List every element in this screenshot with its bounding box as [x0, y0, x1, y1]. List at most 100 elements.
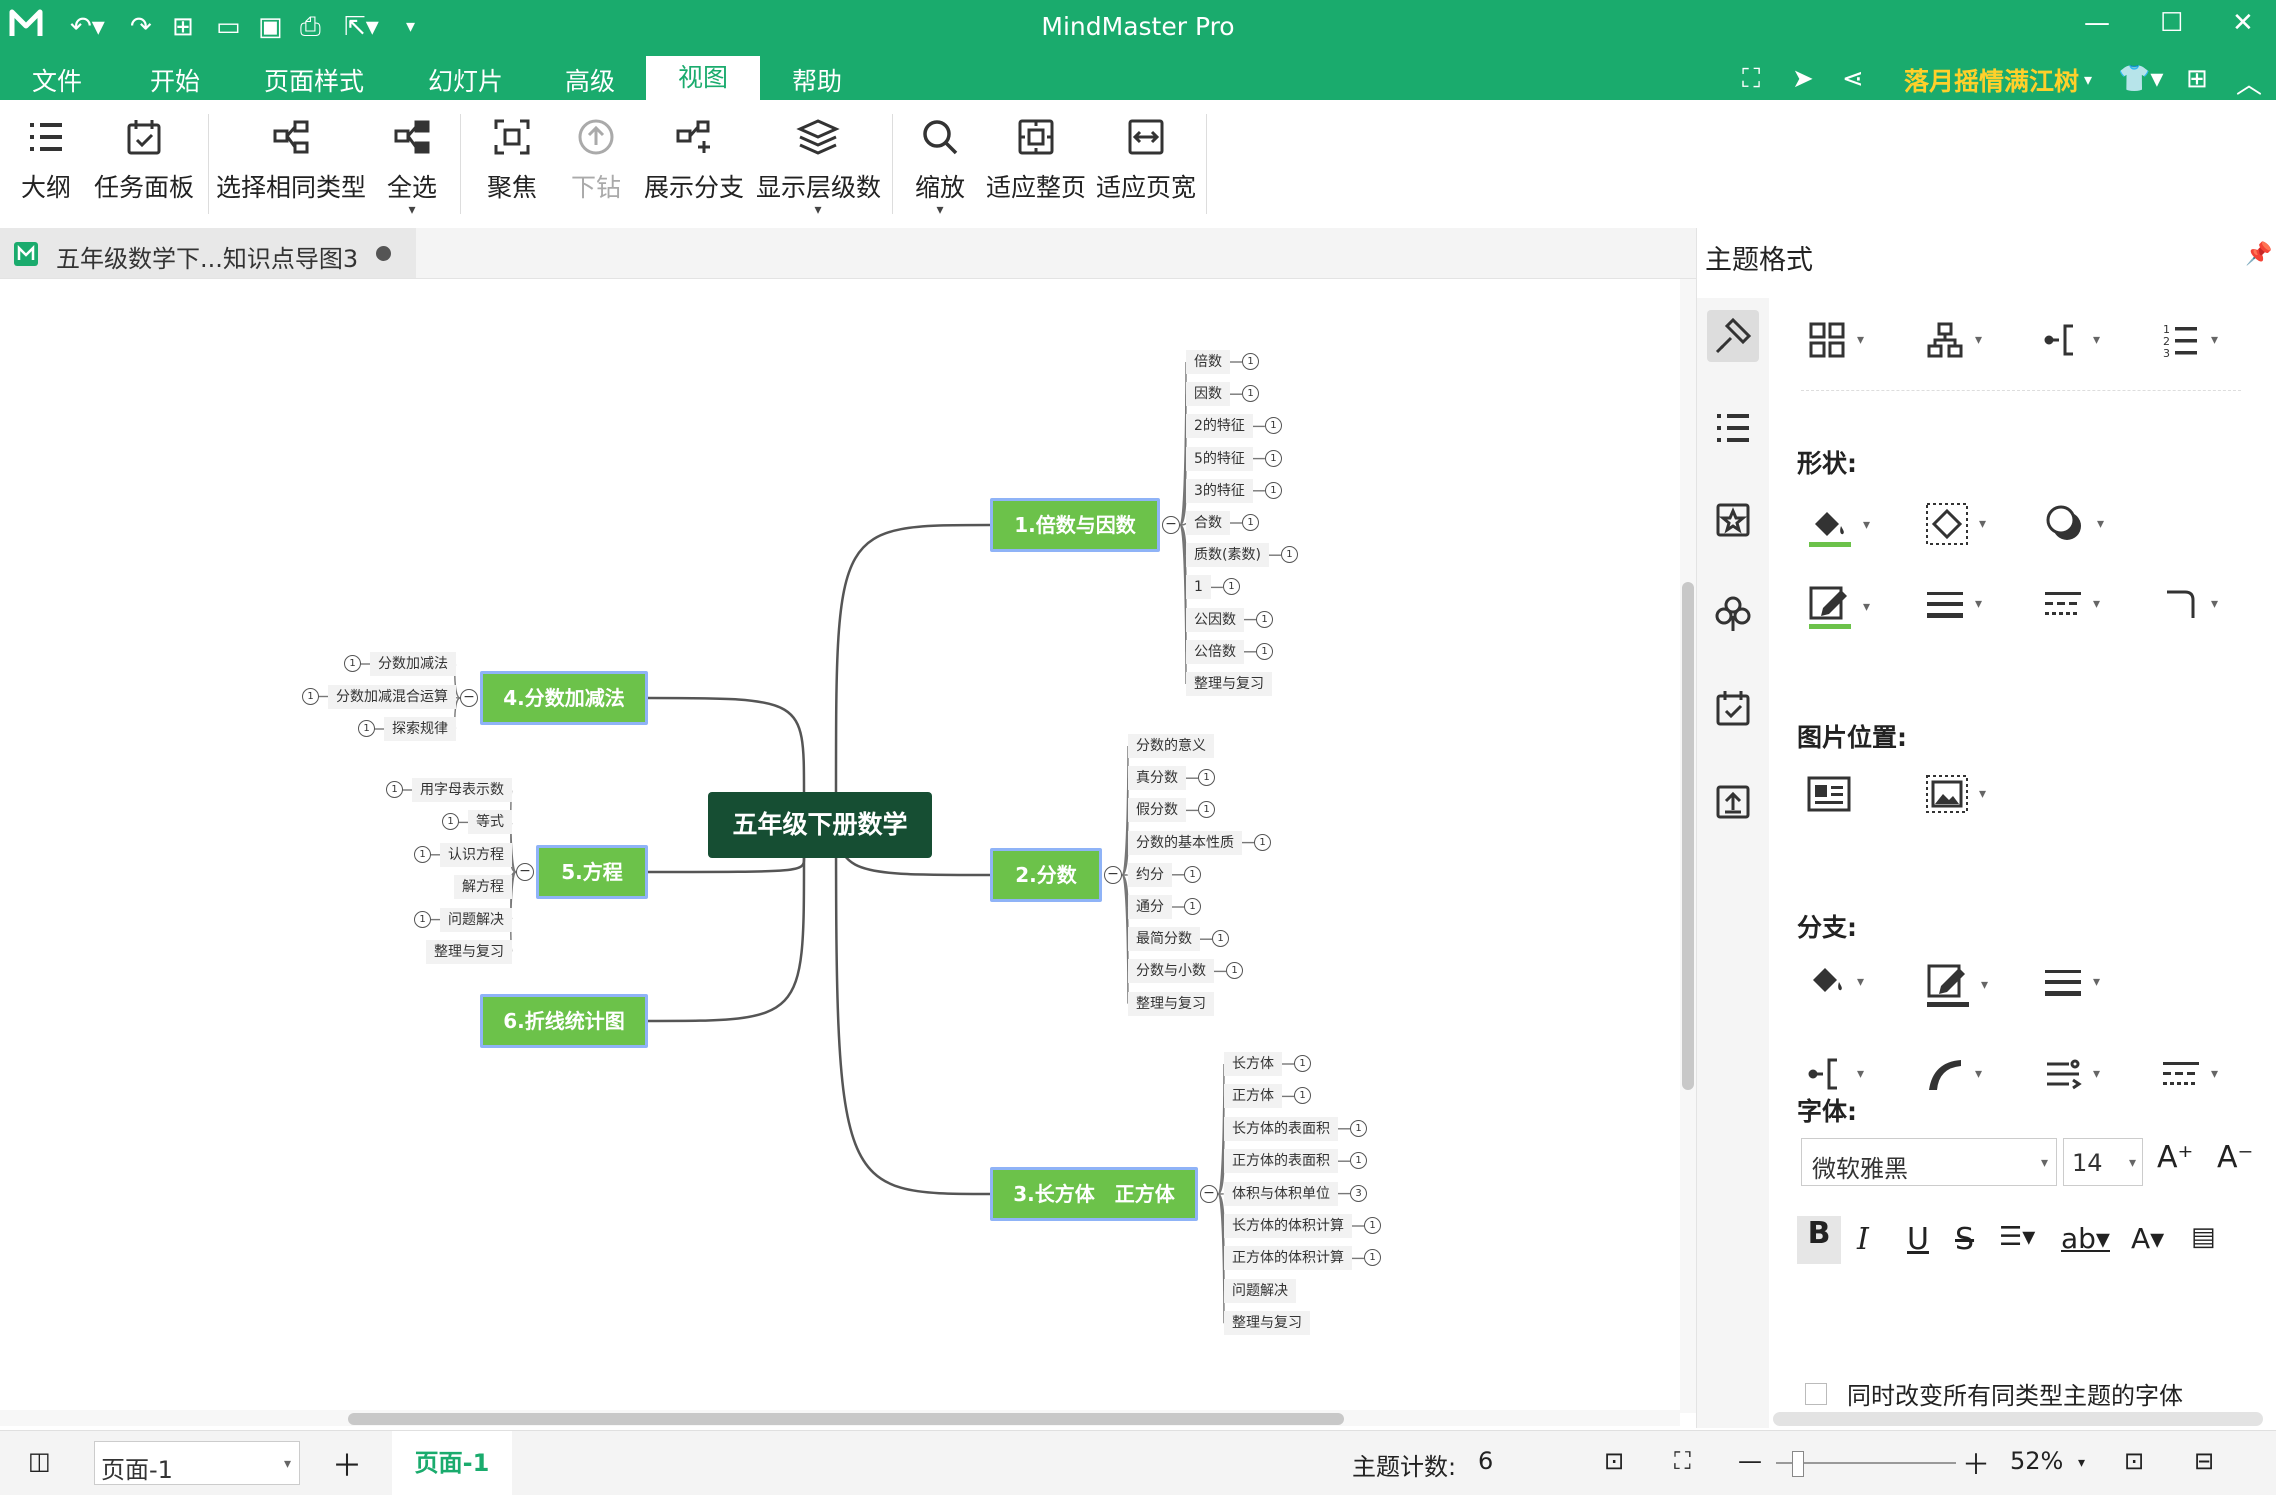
branch-arrow-button[interactable]: ▾	[2043, 1054, 2100, 1094]
document-tab[interactable]: 五年级数学下...知识点导图3	[0, 228, 416, 278]
outline-list-icon[interactable]	[1707, 402, 1759, 454]
page-tab[interactable]: 页面-1	[392, 1431, 512, 1495]
user-dropdown-icon[interactable]: ▾	[2084, 70, 2092, 89]
image-left-button[interactable]	[1807, 774, 1851, 814]
underline-button[interactable]: U	[1907, 1222, 1929, 1257]
show-levels-dropdown-icon[interactable]: ▾	[756, 204, 880, 216]
connector-style-button[interactable]: ▾	[2043, 320, 2100, 360]
export-upload-icon[interactable]	[1707, 776, 1759, 828]
leaf-topic[interactable]: 探索规律	[384, 717, 456, 741]
leaf-topic[interactable]: 合数	[1186, 511, 1230, 535]
leaf-topic[interactable]: 整理与复习	[1186, 672, 1272, 696]
leaf-topic[interactable]: 最简分数	[1128, 927, 1200, 951]
menu-advanced[interactable]: 高级	[565, 62, 615, 98]
task-panel-button[interactable]: 任务面板	[94, 106, 194, 204]
menu-slides[interactable]: 幻灯片	[428, 62, 503, 98]
leaf-topic[interactable]: 整理与复习	[1128, 992, 1214, 1016]
leaf-topic[interactable]: 5的特征	[1186, 447, 1253, 471]
note-count-badge[interactable]: 1	[1242, 514, 1259, 531]
leaf-topic[interactable]: 整理与复习	[1224, 1311, 1310, 1335]
shape-fill-button[interactable]: ▾	[1807, 502, 1870, 548]
leaf-topic[interactable]: 通分	[1128, 895, 1172, 919]
note-count-badge[interactable]: 1	[302, 688, 319, 705]
leaf-topic[interactable]: 长方体的表面积	[1224, 1117, 1338, 1141]
user-name[interactable]: 落月摇情满江树	[1904, 62, 2079, 98]
leaf-topic[interactable]: 公因数	[1186, 608, 1244, 632]
note-count-badge[interactable]: 1	[1256, 643, 1273, 660]
save-icon[interactable]: ▣	[258, 12, 283, 42]
style-brush-icon[interactable]	[1707, 310, 1759, 362]
font-family-select[interactable]: 微软雅黑 ▾	[1801, 1138, 2057, 1186]
select-all-button[interactable]: 全选 ▾	[382, 106, 442, 216]
page-panel-icon[interactable]: ◫	[28, 1447, 51, 1475]
leaf-topic[interactable]: 长方体	[1224, 1052, 1282, 1076]
font-size-select[interactable]: 14 ▾	[2063, 1138, 2143, 1186]
show-levels-button[interactable]: 显示层级数 ▾	[756, 106, 880, 216]
new-icon[interactable]: ⊞	[172, 12, 194, 42]
outline-button[interactable]: 大纲	[16, 106, 76, 204]
leaf-topic[interactable]: 整理与复习	[426, 940, 512, 964]
note-count-badge[interactable]: 1	[386, 781, 403, 798]
sync-font-checkbox[interactable]: 同时改变所有同类型主题的字体	[1805, 1376, 2183, 1411]
note-count-badge[interactable]: 1	[1265, 450, 1282, 467]
leaf-topic[interactable]: 倍数	[1186, 350, 1230, 374]
checkbox-icon[interactable]	[1805, 1383, 1827, 1405]
leaf-topic[interactable]: 因数	[1186, 382, 1230, 406]
leaf-topic[interactable]: 正方体的体积计算	[1224, 1246, 1352, 1270]
leaf-topic[interactable]: 分数加减混合运算	[328, 685, 456, 709]
menu-start[interactable]: 开始	[150, 62, 200, 98]
note-count-badge[interactable]: 1	[1184, 898, 1201, 915]
leaf-topic[interactable]: 等式	[468, 810, 512, 834]
fullscreen-status-icon[interactable]: ⛶	[1674, 1447, 1691, 1475]
structure-button[interactable]: ▾	[1925, 320, 1982, 360]
fullscreen-icon[interactable]: ⛶	[1742, 64, 1760, 95]
pin-icon[interactable]: 📌	[2245, 242, 2272, 267]
print-icon[interactable]: ⎙	[300, 12, 321, 43]
customize-icon[interactable]: ▾	[406, 16, 415, 37]
branch-line-color-button[interactable]: ▾	[1925, 962, 1988, 1008]
fit-page-button[interactable]: 适应整页	[986, 106, 1086, 204]
maximize-icon[interactable]: ☐	[2160, 8, 2183, 38]
branch-topic-3[interactable]: 3.长方体 正方体	[990, 1167, 1198, 1221]
leaf-topic[interactable]: 正方体	[1224, 1084, 1282, 1108]
note-count-badge[interactable]: 1	[1254, 834, 1271, 851]
canvas-vertical-scroll-thumb[interactable]	[1682, 582, 1694, 1090]
leaf-topic[interactable]: 认识方程	[440, 843, 512, 867]
zoom-dropdown-icon[interactable]: ▾	[2078, 1455, 2085, 1471]
bold-button[interactable]: B	[1797, 1216, 1841, 1264]
zoom-out-icon[interactable]: —	[1738, 1447, 1762, 1475]
numbering-button[interactable]: 123▾	[2161, 320, 2218, 360]
collapse-panel-icon[interactable]: ⊟	[2194, 1447, 2214, 1475]
branch-taper-button[interactable]: ▾	[1925, 1054, 1982, 1094]
menu-file[interactable]: 文件	[32, 62, 82, 98]
drill-down-button[interactable]: 下钻	[566, 106, 626, 204]
minimize-icon[interactable]: —	[2084, 8, 2110, 38]
page-select[interactable]: 页面-1 ▾	[94, 1441, 300, 1485]
leaf-topic[interactable]: 分数的基本性质	[1128, 831, 1242, 855]
leaf-topic[interactable]: 问题解决	[1224, 1279, 1296, 1303]
branch-weight-button[interactable]: ▾	[2043, 962, 2100, 1002]
clipart-icon[interactable]	[1707, 494, 1759, 546]
note-count-badge[interactable]: 1	[1294, 1055, 1311, 1072]
menu-view[interactable]: 视图	[646, 56, 760, 100]
branch-topic-2[interactable]: 2.分数	[990, 848, 1102, 902]
leaf-topic[interactable]: 公倍数	[1186, 640, 1244, 664]
add-page-icon[interactable]: ＋	[332, 1441, 362, 1485]
focus-button[interactable]: 聚焦	[482, 106, 542, 204]
note-count-badge[interactable]: 1	[1256, 611, 1273, 628]
note-count-badge[interactable]: 1	[1364, 1217, 1381, 1234]
task-icon[interactable]	[1707, 682, 1759, 734]
note-count-badge[interactable]: 1	[358, 720, 375, 737]
collapse-toggle[interactable]: −	[1104, 866, 1122, 884]
zoom-in-icon[interactable]: ＋	[1962, 1443, 1990, 1483]
export-icon[interactable]: ⇱▾	[344, 12, 379, 42]
skin-icon[interactable]: 👕▾	[2118, 64, 2163, 94]
collapse-toggle[interactable]: −	[460, 689, 478, 707]
border-dash-button[interactable]: ▾	[2043, 584, 2100, 624]
branch-connector-button[interactable]: ▾	[1807, 1054, 1864, 1094]
text-box-icon[interactable]: ▤	[2191, 1222, 2216, 1252]
font-decrease-icon[interactable]: A⁻	[2217, 1140, 2253, 1175]
theme-clover-icon[interactable]	[1707, 588, 1759, 640]
collapse-toggle[interactable]: −	[516, 863, 534, 881]
menu-help[interactable]: 帮助	[792, 62, 842, 98]
